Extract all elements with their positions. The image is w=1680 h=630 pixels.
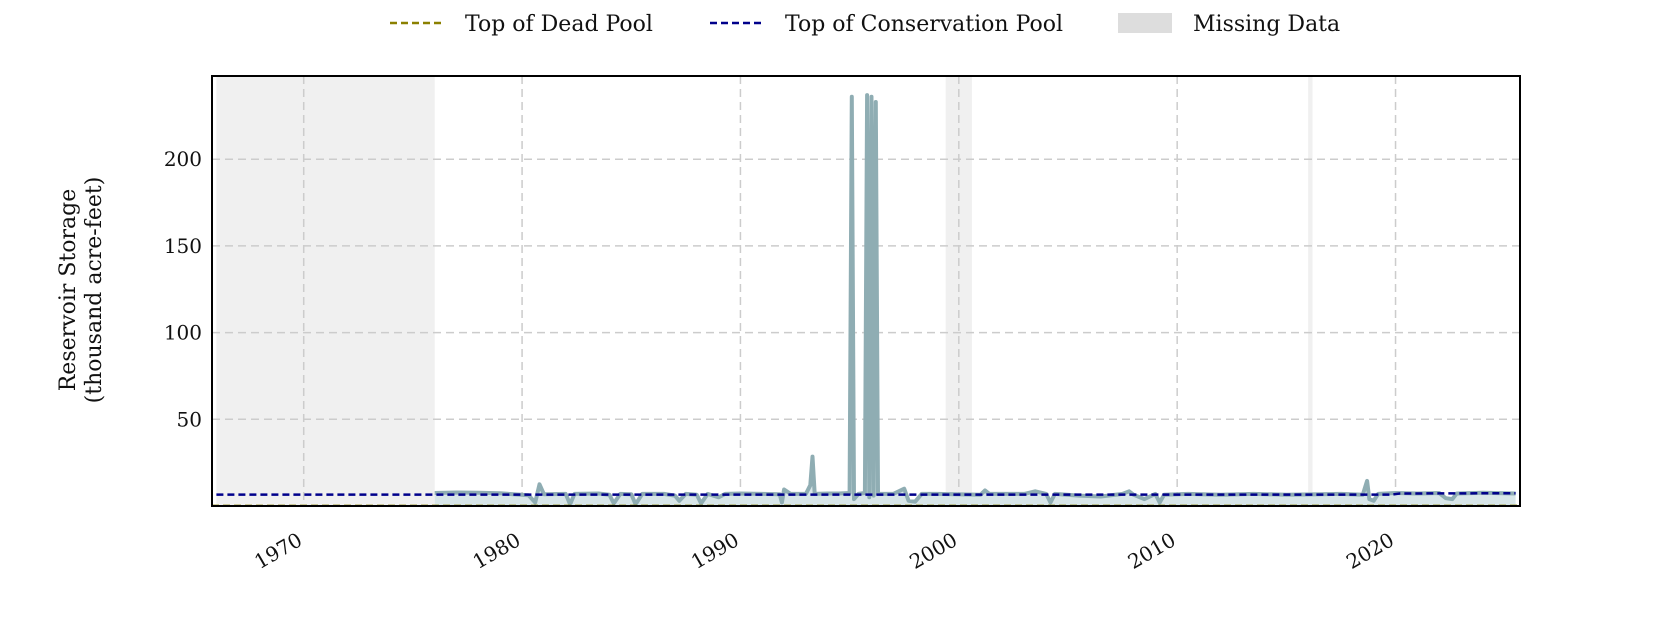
y-tick-label: 150 <box>164 234 202 258</box>
legend-missing-data-swatch <box>1118 13 1172 33</box>
storage-line <box>434 93 1516 507</box>
x-tick-label: 2000 <box>905 528 961 574</box>
x-tick-label: 1980 <box>468 528 524 574</box>
x-tick-label: 1970 <box>250 528 306 574</box>
y-axis-title: Reservoir Storage (thousand acre-feet) <box>56 177 107 404</box>
legend: Top of Dead Pool Top of Conservation Poo… <box>390 12 1340 37</box>
legend-conservation-pool-label: Top of Conservation Pool <box>785 12 1063 37</box>
y-tick-label: 50 <box>177 407 202 431</box>
x-tick-label: 2020 <box>1342 528 1398 574</box>
y-axis-title-line-1: Reservoir Storage <box>56 189 81 392</box>
y-tick-label: 200 <box>164 147 202 171</box>
x-tick-label: 2010 <box>1124 528 1180 574</box>
y-tick-label: 100 <box>164 321 202 345</box>
storage-chart: Top of Dead Pool Top of Conservation Poo… <box>56 12 1521 574</box>
plot-area: 50 100 150 200 1970 1980 1990 2000 2010 2020 <box>164 75 1521 574</box>
missing-data-region <box>216 76 435 506</box>
y-axis-title-line-2: (thousand acre-feet) <box>82 177 107 404</box>
legend-missing-data-label: Missing Data <box>1193 12 1340 37</box>
storage-area <box>434 95 1516 506</box>
missing-data-region <box>1308 76 1313 506</box>
x-tick-label: 1990 <box>687 528 743 574</box>
legend-dead-pool-label: Top of Dead Pool <box>465 12 653 37</box>
